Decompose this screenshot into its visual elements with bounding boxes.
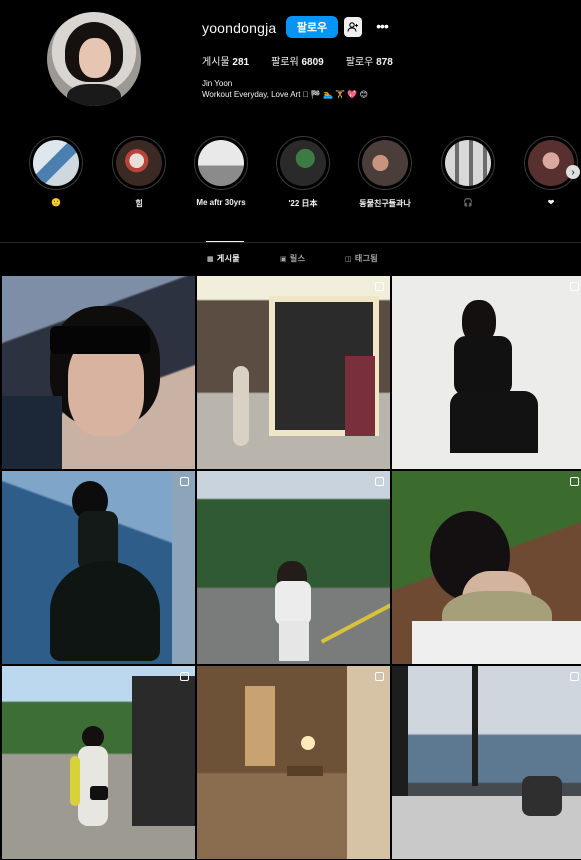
post-tile[interactable] <box>392 666 581 859</box>
following-count[interactable]: 팔로우 878 <box>346 53 393 68</box>
tabs-divider <box>0 242 581 243</box>
highlight-item[interactable]: 🙂 <box>26 136 86 207</box>
profile-full-name: Jin Yoon <box>202 79 233 88</box>
profile-avatar[interactable] <box>47 12 141 106</box>
highlight-item[interactable]: 힘 <box>109 136 169 209</box>
profile-username: yoondongja <box>202 20 277 36</box>
story-highlights: 🙂 힘 Me aftr 30yrs '22 日本 동물친구들과나 🎧 ❤ › <box>0 136 581 210</box>
highlight-item[interactable]: Me aftr 30yrs <box>191 136 251 207</box>
tab-tagged[interactable]: ◫ 태그됨 <box>345 253 378 264</box>
followers-count[interactable]: 팔로워 6809 <box>271 53 324 68</box>
highlight-item[interactable]: 🎧 <box>438 136 498 207</box>
highlight-item[interactable]: '22 日本 <box>273 136 333 209</box>
tab-posts[interactable]: ▦ 게시물 <box>207 253 240 264</box>
more-horizontal-icon[interactable]: ••• <box>374 16 390 36</box>
person-add-icon[interactable] <box>344 17 362 37</box>
post-tile[interactable] <box>2 471 195 664</box>
post-tile[interactable] <box>197 471 390 664</box>
grid-icon: ▦ <box>207 255 214 263</box>
post-tile[interactable] <box>392 276 581 469</box>
chevron-right-icon[interactable]: › <box>566 165 580 179</box>
post-tile[interactable] <box>2 276 195 469</box>
reels-icon: ▣ <box>280 255 287 263</box>
post-tile[interactable] <box>392 471 581 664</box>
follow-button[interactable]: 팔로우 <box>286 16 338 38</box>
post-tile[interactable] <box>197 276 390 469</box>
tab-reels[interactable]: ▣ 릴스 <box>280 253 305 264</box>
profile-tabs: ▦ 게시물 ▣ 릴스 ◫ 태그됨 <box>0 253 581 267</box>
post-tile[interactable] <box>2 666 195 859</box>
profile-stats: 게시물 281 팔로워 6809 팔로우 878 <box>202 53 415 68</box>
post-tile[interactable] <box>197 666 390 859</box>
posts-count[interactable]: 게시물 281 <box>202 53 249 68</box>
profile-bio: Workout Everyday, Love Art 🏼 🏁 🏊 🏋 💖 😊 <box>202 90 368 99</box>
active-tab-indicator <box>206 241 244 242</box>
tagged-icon: ◫ <box>345 255 352 263</box>
highlight-item[interactable]: 동물친구들과나 <box>355 136 415 209</box>
